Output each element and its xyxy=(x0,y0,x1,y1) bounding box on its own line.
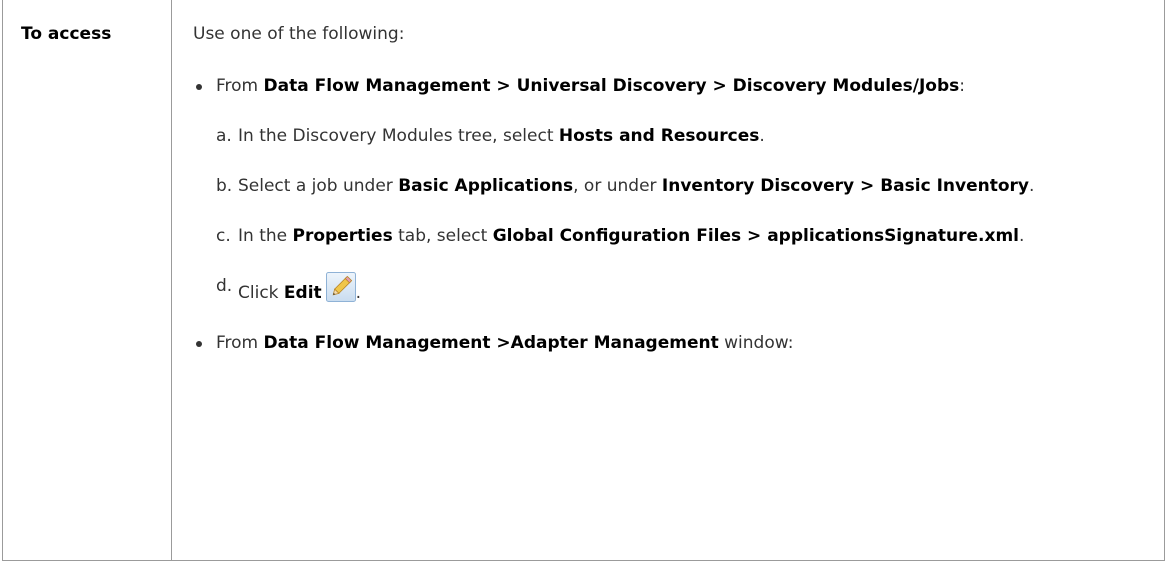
access-row: To access Use one of the following: From… xyxy=(2,0,1165,561)
access-table: To access Use one of the following: From… xyxy=(2,0,1165,561)
step-marker: d. xyxy=(216,276,233,296)
bullet-2-text: From xyxy=(216,333,264,353)
bullet-item-2: From Data Flow Management >Adapter Manag… xyxy=(193,329,1144,357)
bullet-dot xyxy=(196,341,202,347)
step-d: d. Click Edit . xyxy=(193,272,1144,307)
step-marker: b. xyxy=(216,176,233,196)
bullet-item-1: From Data Flow Management > Universal Di… xyxy=(193,72,1144,100)
step-b-suffix: . xyxy=(1029,176,1035,196)
step-c-text: In the xyxy=(238,226,293,246)
step-d-suffix: . xyxy=(355,283,362,303)
step-b-bold-1: Basic Applications xyxy=(398,176,574,196)
step-b: b. Select a job under Basic Applications… xyxy=(193,172,1144,200)
step-c-bold-1: Properties xyxy=(292,226,393,246)
access-label-cell: To access xyxy=(2,0,172,561)
bullet-2-suffix: window: xyxy=(718,333,794,353)
step-a-bold: Hosts and Resources xyxy=(558,126,760,146)
step-marker: c. xyxy=(216,226,231,246)
step-b-text-2: , or under xyxy=(573,176,662,196)
bullet-dot xyxy=(196,84,202,90)
step-d-text: Click xyxy=(238,283,284,303)
step-d-bold: Edit xyxy=(283,283,322,303)
step-b-text: Select a job under xyxy=(238,176,399,196)
access-label: To access xyxy=(21,24,112,44)
bullet-1-text: From xyxy=(216,76,264,96)
step-c-suffix: . xyxy=(1019,226,1025,246)
bullet-1-path: Data Flow Management > Universal Discove… xyxy=(263,76,960,96)
step-a: a. In the Discovery Modules tree, select… xyxy=(193,122,1144,150)
step-c-bold-2: Global Configuration Files > application… xyxy=(492,226,1019,246)
access-content-cell: Use one of the following: From Data Flow… xyxy=(171,0,1165,561)
step-c: c. In the Properties tab, select Global … xyxy=(193,222,1144,250)
step-b-bold-2: Inventory Discovery > Basic Inventory xyxy=(661,176,1030,196)
access-intro: Use one of the following: xyxy=(193,24,405,44)
bullet-2-path: Data Flow Management >Adapter Management xyxy=(263,333,719,353)
step-a-suffix: . xyxy=(759,126,765,146)
step-c-text-2: tab, select xyxy=(392,226,493,246)
pencil-edit-icon xyxy=(325,272,356,302)
bullet-1-suffix: : xyxy=(959,76,966,96)
step-marker: a. xyxy=(216,126,232,146)
step-a-text: In the Discovery Modules tree, select xyxy=(238,126,559,146)
